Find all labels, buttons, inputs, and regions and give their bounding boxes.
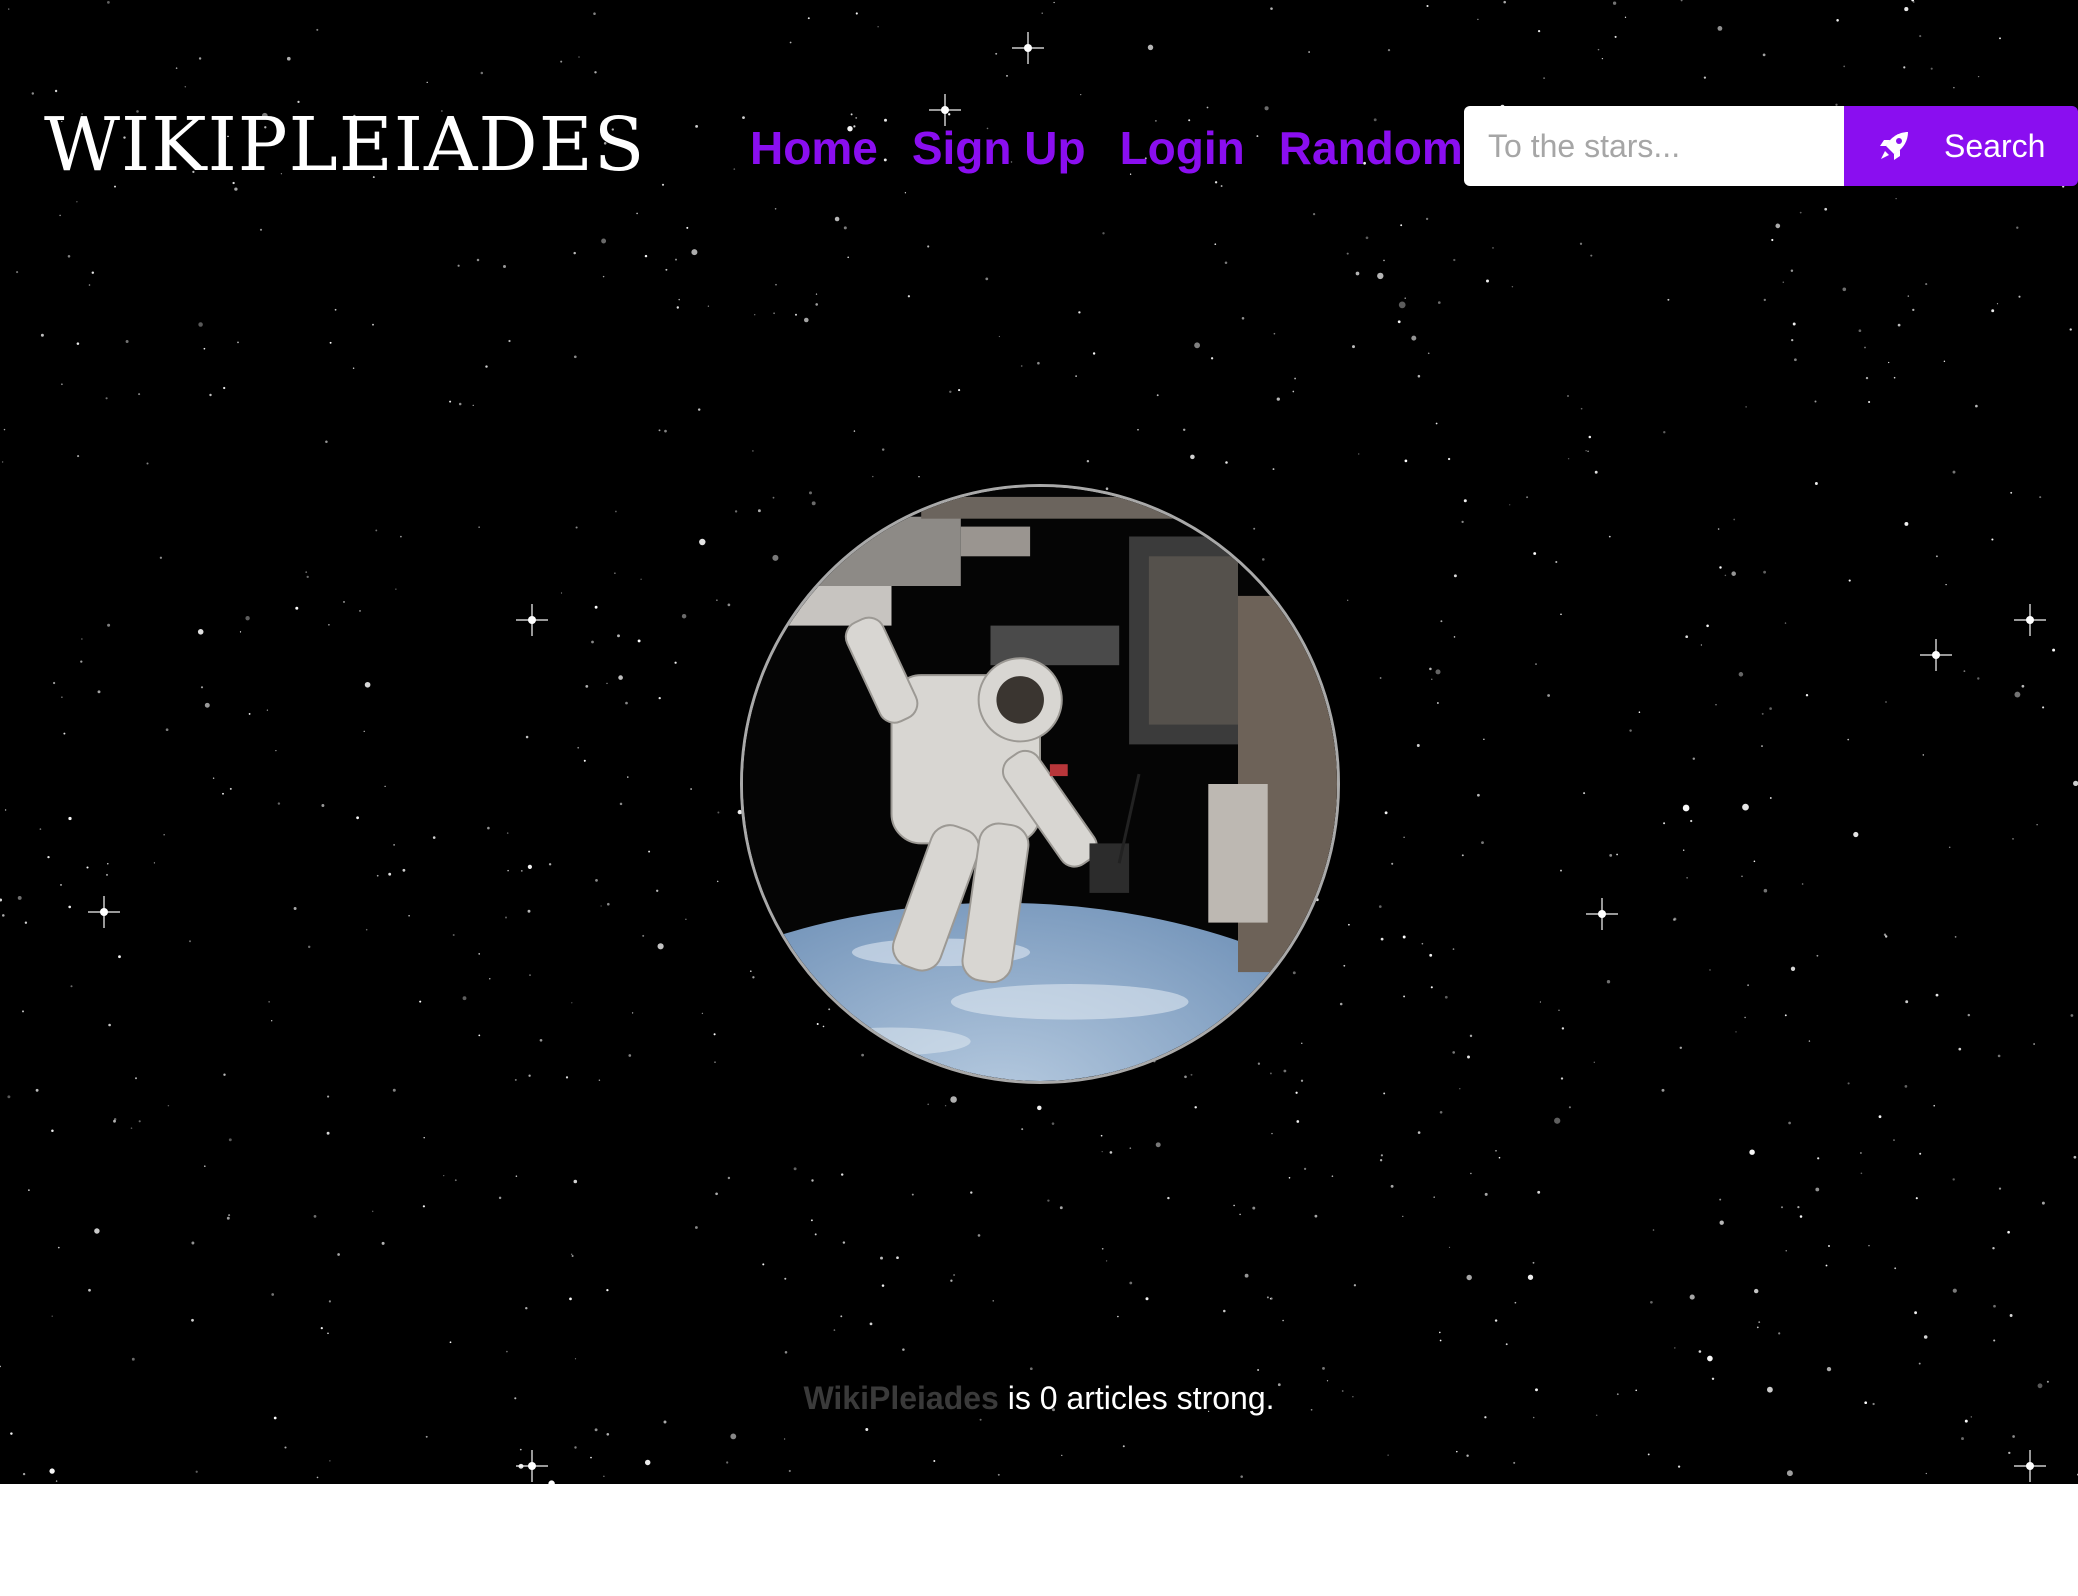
nav-random-link[interactable]: Random <box>1279 118 1463 178</box>
nav-sign-up-link[interactable]: Sign Up <box>912 118 1086 178</box>
article-count-line: WikiPleiades is 0 articles strong. <box>0 1376 2078 1420</box>
nav-login-link[interactable]: Login <box>1120 118 1245 178</box>
starfield-hero: WIKIPLEIADES Home Sign Up Login Random S… <box>0 0 2078 1484</box>
nav-home-link[interactable]: Home <box>750 118 878 178</box>
astronaut-image <box>740 484 1340 1084</box>
search-button-label: Search <box>1944 127 2046 164</box>
rocket-icon <box>1880 132 1908 160</box>
site-logo[interactable]: WIKIPLEIADES <box>44 100 645 190</box>
search-input[interactable] <box>1464 106 1844 186</box>
site-brand-link[interactable]: WikiPleiades <box>803 1380 998 1416</box>
main-nav: Home Sign Up Login Random <box>750 118 1463 178</box>
astronaut-illustration <box>743 487 1337 1081</box>
article-count-text: is 0 articles strong. <box>998 1380 1275 1416</box>
search-button[interactable]: Search <box>1844 106 2078 186</box>
